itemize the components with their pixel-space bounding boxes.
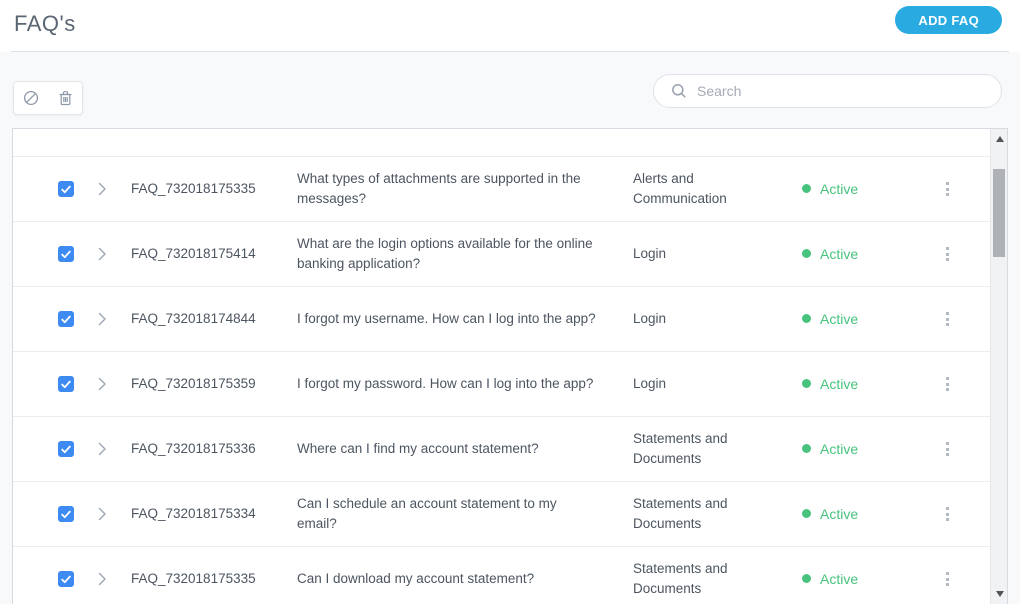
search-icon (671, 83, 687, 99)
status-label: Active (820, 245, 859, 262)
row-checkbox[interactable] (58, 571, 74, 587)
faq-table: FAQ_732018175335 What types of attachmen… (12, 128, 1008, 604)
status-badge: Active (802, 179, 912, 199)
chevron-right-icon[interactable] (94, 246, 110, 262)
status-badge: Active (802, 374, 912, 394)
trash-icon[interactable] (57, 90, 74, 107)
faq-question: I forgot my username. How can I log into… (297, 311, 596, 327)
table-row: FAQ_732018174844 I forgot my username. H… (13, 287, 990, 352)
kebab-menu-icon[interactable] (939, 570, 955, 588)
chevron-right-icon[interactable] (94, 181, 110, 197)
status-dot-icon (802, 314, 811, 324)
status-badge: Active (802, 439, 912, 459)
status-dot-icon (802, 379, 811, 389)
table-row: FAQ_732018175335 Can I download my accou… (13, 547, 990, 604)
chevron-right-icon[interactable] (94, 376, 110, 392)
faq-id: FAQ_732018175335 (131, 181, 256, 197)
table-row: FAQ_732018175359 I forgot my password. H… (13, 352, 990, 417)
page-title: FAQ's (14, 11, 76, 36)
row-checkbox[interactable] (58, 311, 74, 327)
faq-category: Login (633, 246, 667, 262)
faq-question: Can I download my account statement? (297, 571, 535, 587)
faq-category: Statements and Documents (633, 561, 728, 596)
status-label: Active (820, 310, 859, 327)
status-badge: Active (802, 504, 912, 524)
kebab-menu-icon[interactable] (939, 375, 955, 393)
faq-category: Statements and Documents (633, 431, 728, 466)
faq-id: FAQ_732018175335 (131, 571, 256, 587)
table-row: FAQ_732018175336 Where can I find my acc… (13, 417, 990, 482)
faq-id: FAQ_732018175334 (131, 506, 256, 522)
row-checkbox[interactable] (58, 506, 74, 522)
chevron-right-icon[interactable] (94, 571, 110, 587)
vertical-scrollbar[interactable] (990, 129, 1007, 604)
status-label: Active (820, 375, 859, 392)
status-badge: Active (802, 569, 912, 589)
faq-question: I forgot my password. How can I log into… (297, 376, 594, 392)
row-checkbox[interactable] (58, 181, 74, 197)
kebab-menu-icon[interactable] (939, 310, 955, 328)
faq-id: FAQ_732018174844 (131, 311, 256, 327)
status-label: Active (820, 440, 859, 457)
faq-question: What types of attachments are supported … (297, 171, 581, 206)
kebab-menu-icon[interactable] (939, 505, 955, 523)
status-label: Active (820, 180, 859, 197)
page-header: FAQ's ADD FAQ (0, 0, 1020, 52)
status-label: Active (820, 570, 859, 587)
row-checkbox[interactable] (58, 376, 74, 392)
faq-category: Alerts and Communication (633, 171, 727, 206)
status-badge: Active (802, 244, 912, 264)
search-bar (653, 74, 1002, 108)
chevron-right-icon[interactable] (94, 441, 110, 457)
faq-category: Login (633, 376, 667, 392)
header-divider (11, 51, 1009, 52)
scrollbar-up-arrow[interactable] (991, 130, 1008, 147)
kebab-menu-icon[interactable] (939, 440, 955, 458)
status-label: Active (820, 505, 859, 522)
table-row: FAQ_732018175335 What types of attachmen… (13, 157, 990, 222)
table-row: FAQ_732018175414 What are the login opti… (13, 222, 990, 287)
row-checkbox[interactable] (58, 246, 74, 262)
status-dot-icon (802, 574, 811, 584)
faq-category: Statements and Documents (633, 496, 728, 531)
scrollbar-thumb[interactable] (993, 169, 1005, 257)
kebab-menu-icon[interactable] (939, 180, 955, 198)
faq-question: Where can I find my account statement? (297, 441, 539, 457)
status-dot-icon (802, 184, 811, 194)
status-dot-icon (802, 249, 811, 259)
status-badge: Active (802, 309, 912, 329)
disable-icon[interactable] (23, 90, 40, 107)
faq-category: Login (633, 311, 667, 327)
chevron-right-icon[interactable] (94, 311, 110, 327)
faq-id: FAQ_732018175336 (131, 441, 256, 457)
row-checkbox[interactable] (58, 441, 74, 457)
faq-question: What are the login options available for… (297, 236, 593, 271)
faq-table-body: FAQ_732018175335 What types of attachmen… (13, 129, 990, 604)
faq-id: FAQ_732018175359 (131, 376, 256, 392)
status-dot-icon (802, 444, 811, 454)
status-dot-icon (802, 509, 811, 519)
bulk-actions-toolbar (13, 81, 83, 115)
table-row: FAQ_732018175334 Can I schedule an accou… (13, 482, 990, 547)
scrollbar-down-arrow[interactable] (991, 585, 1008, 602)
chevron-right-icon[interactable] (94, 506, 110, 522)
kebab-menu-icon[interactable] (939, 245, 955, 263)
faq-id: FAQ_732018175414 (131, 246, 256, 262)
table-row-partial (13, 129, 990, 157)
add-faq-button[interactable]: ADD FAQ (895, 6, 1002, 34)
faq-question: Can I schedule an account statement to m… (297, 496, 557, 531)
search-input[interactable] (697, 76, 987, 106)
